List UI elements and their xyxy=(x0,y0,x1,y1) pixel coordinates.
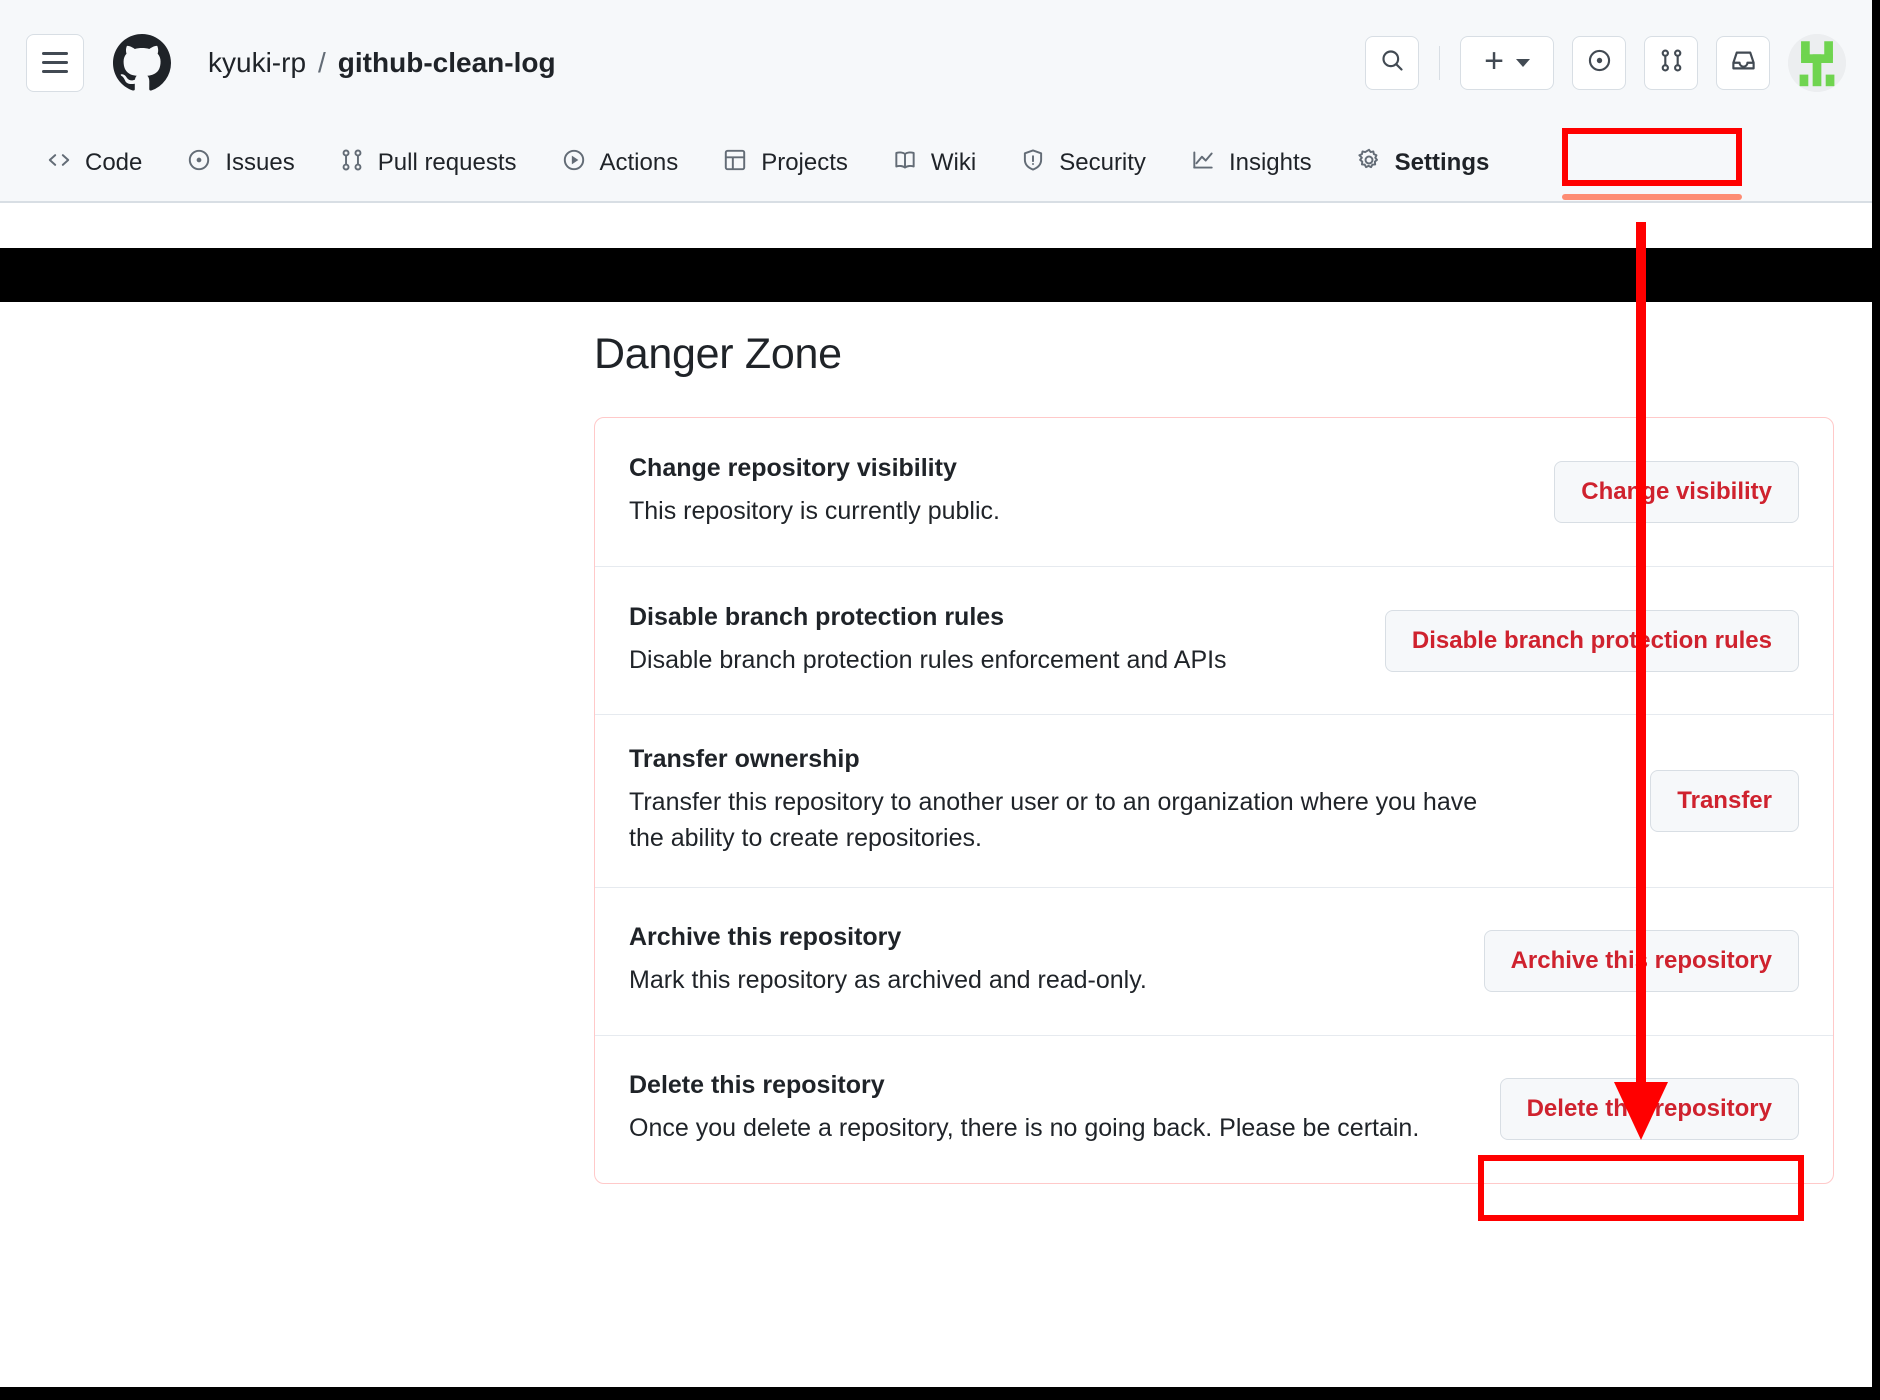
tab-projects[interactable]: Projects xyxy=(704,132,866,194)
danger-zone-card: Change repository visibility This reposi… xyxy=(594,417,1834,1184)
row-title: Archive this repository xyxy=(629,923,902,952)
hamburger-icon[interactable] xyxy=(26,33,84,92)
row-text: Change repository visibility This reposi… xyxy=(629,454,1000,529)
delete-this-repository-button[interactable]: Delete this repository xyxy=(1499,1078,1799,1140)
row-description: Mark this repository as archived and rea… xyxy=(629,966,1147,995)
redaction-bar-right xyxy=(1872,0,1880,1400)
row-text: Disable branch protection rules Disable … xyxy=(629,603,1227,678)
inbox-button[interactable] xyxy=(1716,35,1770,90)
tab-issues-label: Issues xyxy=(225,149,295,176)
gear-icon xyxy=(1356,147,1382,180)
graph-icon xyxy=(1190,147,1216,180)
archive-this-repository-button[interactable]: Archive this repository xyxy=(1483,930,1799,992)
issue-opened-icon xyxy=(186,147,212,180)
transfer-button[interactable]: Transfer xyxy=(1650,769,1799,832)
tab-actions-label: Actions xyxy=(599,149,679,176)
tab-security-label: Security xyxy=(1059,149,1146,176)
row-text: Archive this repository Mark this reposi… xyxy=(629,923,1147,998)
active-tab-underline xyxy=(1562,194,1742,200)
row-text: Delete this repository Once you delete a… xyxy=(629,1071,1419,1146)
disable-branch-protection-rules-button[interactable]: Disable branch protection rules xyxy=(1384,609,1799,672)
redaction-bar-top xyxy=(0,248,1880,302)
tab-code[interactable]: Code xyxy=(28,132,160,194)
breadcrumb: kyuki-rp / github-clean-log xyxy=(208,47,556,79)
row-description: This repository is currently public. xyxy=(629,497,1000,526)
pull-requests-button[interactable] xyxy=(1644,35,1698,90)
header-divider xyxy=(1439,45,1440,80)
plus-icon: + xyxy=(1484,41,1504,80)
play-icon xyxy=(561,147,587,180)
row-text: Transfer ownership Transfer this reposit… xyxy=(629,745,1509,857)
tab-pull-requests-label: Pull requests xyxy=(377,149,517,176)
row-description: Once you delete a repository, there is n… xyxy=(629,1114,1420,1143)
tab-wiki[interactable]: Wiki xyxy=(874,132,994,194)
tab-settings-label: Settings xyxy=(1394,149,1490,176)
github-logo-icon[interactable] xyxy=(112,33,172,93)
tab-actions[interactable]: Actions xyxy=(543,132,697,194)
danger-row-change-visibility: Change repository visibility This reposi… xyxy=(595,418,1833,566)
row-title: Change repository visibility xyxy=(629,454,957,483)
header-actions: + xyxy=(1365,33,1846,92)
redaction-bar-bottom xyxy=(0,1387,1880,1400)
danger-row-archive-repository: Archive this repository Mark this reposi… xyxy=(595,886,1833,1035)
avatar[interactable] xyxy=(1788,33,1846,92)
breadcrumb-owner[interactable]: kyuki-rp xyxy=(208,47,306,79)
change-visibility-button[interactable]: Change visibility xyxy=(1554,461,1799,523)
table-icon xyxy=(722,147,748,180)
row-description: Disable branch protection rules enforcem… xyxy=(629,645,1227,674)
row-description: Transfer this repository to another user… xyxy=(629,788,1478,853)
book-icon xyxy=(892,147,918,180)
danger-row-delete-repository: Delete this repository Once you delete a… xyxy=(595,1034,1833,1183)
breadcrumb-repo[interactable]: github-clean-log xyxy=(338,47,556,79)
global-header: kyuki-rp / github-clean-log + xyxy=(0,0,1872,125)
tab-wiki-label: Wiki xyxy=(930,149,977,176)
tab-insights[interactable]: Insights xyxy=(1172,132,1330,194)
code-icon xyxy=(46,147,72,180)
breadcrumb-separator: / xyxy=(318,46,326,78)
tab-projects-label: Projects xyxy=(761,149,848,176)
chevron-down-icon xyxy=(1515,58,1530,67)
tab-insights-label: Insights xyxy=(1228,149,1312,176)
main-content: Danger Zone Change repository visibility… xyxy=(594,330,1834,1184)
page-title: Danger Zone xyxy=(594,330,842,378)
row-title: Transfer ownership xyxy=(629,745,860,773)
screenshot-root: kyuki-rp / github-clean-log + Code Issue… xyxy=(0,0,1880,1400)
tab-code-label: Code xyxy=(85,149,143,176)
create-new-button[interactable]: + xyxy=(1460,35,1554,90)
tab-settings[interactable]: Settings xyxy=(1338,132,1508,194)
danger-row-disable-branch-protection: Disable branch protection rules Disable … xyxy=(595,566,1833,714)
issue-opened-icon xyxy=(1586,47,1613,79)
repository-nav: Code Issues Pull requests Actions Projec… xyxy=(0,125,1872,203)
git-pull-request-icon xyxy=(1658,47,1685,79)
shield-icon xyxy=(1020,147,1046,180)
tab-security[interactable]: Security xyxy=(1002,132,1164,194)
issues-button[interactable] xyxy=(1572,35,1626,90)
search-icon xyxy=(1379,47,1406,79)
row-title: Disable branch protection rules xyxy=(629,602,1005,631)
inbox-icon xyxy=(1730,47,1757,79)
git-pull-request-icon xyxy=(339,147,365,180)
row-title: Delete this repository xyxy=(629,1071,885,1100)
danger-row-transfer-ownership: Transfer ownership Transfer this reposit… xyxy=(595,714,1833,887)
tab-issues[interactable]: Issues xyxy=(168,132,312,194)
tab-pull-requests[interactable]: Pull requests xyxy=(321,132,535,194)
search-button[interactable] xyxy=(1365,35,1419,90)
